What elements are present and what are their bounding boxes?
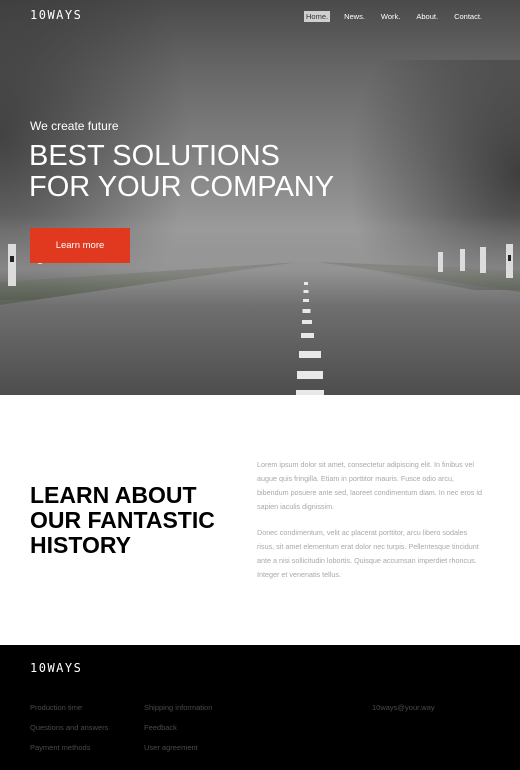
footer-email-link[interactable]: 10ways@your.way: [372, 703, 435, 713]
footer-link-questions-answers[interactable]: Questions and answers: [30, 723, 108, 733]
nav-link-contact[interactable]: Contact.: [452, 11, 484, 22]
about-paragraph-2: Donec condimentum, velit ac placerat por…: [257, 528, 479, 579]
nav-link-about[interactable]: About.: [414, 11, 440, 22]
footer-link-payment-methods[interactable]: Payment methods: [30, 743, 108, 753]
about-title-line-3: HISTORY: [30, 532, 131, 558]
footer-column-2: Shipping information Feedback User agree…: [144, 703, 212, 763]
nav-link-work[interactable]: Work.: [379, 11, 402, 22]
learn-more-button[interactable]: Learn more: [30, 228, 130, 263]
hero-section: 10WAYS Home. News. Work. About. Contact.…: [0, 0, 520, 395]
footer-column-contact: 10ways@your.way: [372, 703, 435, 723]
site-logo[interactable]: 10WAYS: [30, 8, 82, 22]
hero-headline-line-2: FOR YOUR COMPANY: [29, 171, 335, 203]
main-nav: Home. News. Work. About. Contact.: [303, 11, 484, 22]
footer-logo[interactable]: 10WAYS: [30, 661, 82, 675]
about-section: LEARN ABOUT OUR FANTASTIC HISTORY Lorem …: [0, 395, 520, 645]
about-title-line-1: LEARN ABOUT: [30, 482, 197, 508]
nav-link-home[interactable]: Home.: [303, 11, 331, 22]
about-text: Lorem ipsum dolor sit amet, consectetur …: [257, 458, 482, 594]
site-footer: 10WAYS Production time Questions and ans…: [0, 645, 520, 770]
hero-headline: BEST SOLUTIONS FOR YOUR COMPANY: [29, 141, 469, 203]
about-title-line-2: OUR FANTASTIC: [30, 507, 215, 533]
footer-link-shipping-information[interactable]: Shipping information: [144, 703, 212, 713]
hero-tagline: We create future: [30, 119, 119, 133]
footer-link-production-time[interactable]: Production time: [30, 703, 108, 713]
about-paragraph-1: Lorem ipsum dolor sit amet, consectetur …: [257, 460, 482, 511]
hero-headline-line-1: BEST SOLUTIONS: [29, 140, 280, 172]
footer-link-user-agreement[interactable]: User agreement: [144, 743, 212, 753]
footer-link-feedback[interactable]: Feedback: [144, 723, 212, 733]
nav-link-news[interactable]: News.: [342, 11, 367, 22]
about-title: LEARN ABOUT OUR FANTASTIC HISTORY: [30, 483, 250, 558]
footer-column-1: Production time Questions and answers Pa…: [30, 703, 108, 763]
